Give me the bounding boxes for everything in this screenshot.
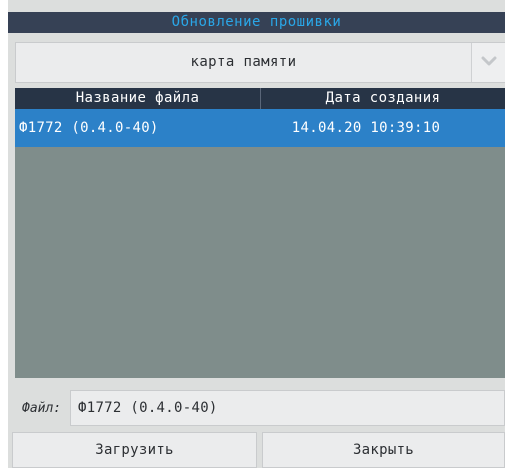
column-header-date[interactable]: Дата создания	[261, 88, 505, 109]
file-label: Файл:	[22, 401, 62, 416]
file-table: Название файла Дата создания Ф1772 (0.4.…	[15, 88, 505, 378]
firmware-update-dialog: Обновление прошивки карта памяти Названи…	[0, 0, 505, 468]
file-field[interactable]	[70, 390, 505, 426]
dialog-title: Обновление прошивки	[8, 12, 505, 33]
file-input[interactable]	[71, 391, 504, 425]
load-button[interactable]: Загрузить	[12, 432, 257, 468]
column-header-name[interactable]: Название файла	[15, 88, 260, 109]
source-dropdown-toggle[interactable]	[471, 43, 505, 82]
file-name-cell: Ф1772 (0.4.0-40)	[19, 120, 159, 136]
close-button[interactable]: Закрыть	[262, 432, 505, 468]
file-date-cell: 14.04.20 10:39:10	[291, 120, 441, 136]
chevron-down-icon	[481, 56, 497, 66]
table-row[interactable]: Ф1772 (0.4.0-40) 14.04.20 10:39:10	[15, 109, 505, 147]
source-select-value: карта памяти	[190, 54, 297, 70]
source-select[interactable]: карта памяти	[15, 42, 505, 83]
left-edge	[0, 0, 8, 468]
table-header: Название файла Дата создания	[15, 88, 505, 109]
